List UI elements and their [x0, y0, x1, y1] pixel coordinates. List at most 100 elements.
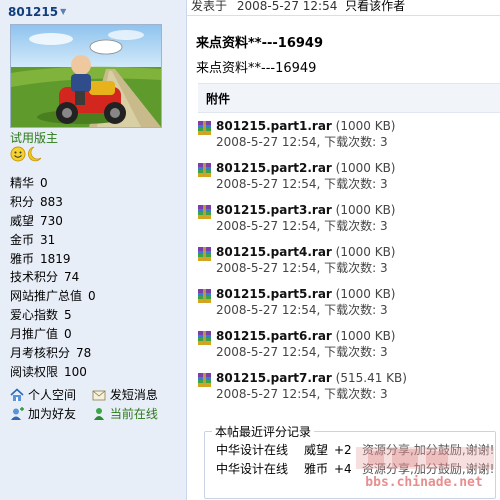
attachment-link[interactable]: 801215.part3.rar	[216, 203, 332, 217]
avatar-image	[11, 25, 161, 127]
attachment-name[interactable]: 801215.part7.rar	[216, 371, 332, 385]
rating-reason: 资源分享,加分鼓励,谢谢!	[362, 462, 495, 476]
rar-archive-icon	[198, 163, 211, 177]
medals	[10, 146, 44, 162]
send-message-link[interactable]: 发短消息	[92, 386, 158, 404]
stat-value: 0	[88, 289, 96, 304]
attachment-info: 2008-5-27 12:54, 下载次数: 3	[216, 303, 388, 317]
rating-type: 雅币	[304, 462, 329, 476]
home-icon	[10, 388, 24, 401]
attachment-link[interactable]: 801215.part7.rar	[216, 371, 332, 385]
author-sidebar: 801215 ▼ 试用版主 精华 0 积分 883 威望 730 金币 31 雅…	[0, 0, 187, 500]
rar-archive-icon	[198, 289, 211, 303]
attachment-name[interactable]: 801215.part4.rar	[216, 245, 332, 259]
post-body: 来点资料**---16949	[196, 61, 317, 76]
attachment-link[interactable]: 801215.part6.rar	[216, 329, 332, 343]
rating-points: +4	[334, 462, 352, 476]
stat-row: 网站推广总值 0	[10, 287, 96, 306]
user-rank: 试用版主	[10, 131, 59, 145]
rating-row: 中华设计在线 雅币 +4 资源分享,加分鼓励,谢谢!	[216, 460, 494, 477]
personal-space-label[interactable]: 个人空间	[28, 388, 76, 402]
stat-row: 阅读权限 100	[10, 363, 96, 382]
stat-row: 月推广值 0	[10, 325, 96, 344]
stat-value: 730	[40, 213, 63, 228]
attachment-name[interactable]: 801215.part1.rar	[216, 119, 332, 133]
rar-archive-icon	[198, 205, 211, 219]
attachment-info: 2008-5-27 12:54, 下载次数: 3	[216, 345, 388, 359]
stat-value: 0	[64, 327, 72, 342]
stat-label: 雅币	[10, 251, 35, 266]
author-name[interactable]: 801215 ▼	[8, 5, 66, 19]
rar-archive-icon	[198, 373, 211, 387]
online-status: 当前在线	[92, 405, 158, 423]
attachment-info: 2008-5-27 12:54, 下载次数: 3	[216, 219, 388, 233]
stat-row: 技术积分 74	[10, 268, 96, 287]
add-friend-label[interactable]: 加为好友	[28, 407, 76, 421]
stat-label: 金币	[10, 232, 35, 247]
rater-name[interactable]: 中华设计在线	[216, 460, 304, 477]
envelope-icon	[92, 390, 106, 401]
attachment-link[interactable]: 801215.part4.rar	[216, 245, 332, 259]
rating-records-title: 本帖最近评分记录	[212, 423, 315, 440]
stat-label: 爱心指数	[10, 308, 59, 323]
stat-label: 月推广值	[10, 327, 59, 342]
stat-label: 阅读权限	[10, 364, 59, 379]
stat-row: 月考核积分 78	[10, 344, 96, 363]
rating-reason: 资源分享,加分鼓励,谢谢!	[362, 443, 495, 457]
rar-archive-icon	[198, 121, 211, 135]
post-title: 来点资料**---16949	[196, 36, 324, 51]
add-friend-link[interactable]: 加为好友	[10, 405, 88, 423]
rating-row: 中华设计在线 威望 +2 资源分享,加分鼓励,谢谢!	[216, 441, 494, 458]
stat-label: 威望	[10, 213, 35, 228]
rater-name[interactable]: 中华设计在线	[216, 441, 304, 458]
attachment-info: 2008-5-27 12:54, 下载次数: 3	[216, 261, 388, 275]
stat-value: 5	[64, 308, 72, 323]
stat-row: 威望 730	[10, 212, 96, 231]
send-message-label[interactable]: 发短消息	[110, 388, 158, 402]
online-label: 当前在线	[109, 407, 158, 421]
online-person-icon	[93, 408, 104, 420]
attachment-link[interactable]: 801215.part5.rar	[216, 287, 332, 301]
stat-row: 金币 31	[10, 231, 96, 250]
stat-label: 网站推广总值	[10, 289, 83, 304]
stat-row: 精华 0	[10, 174, 96, 193]
view-author-only-link[interactable]: 只看该作者	[345, 0, 405, 13]
avatar	[10, 24, 162, 128]
attachment-link[interactable]: 801215.part2.rar	[216, 161, 332, 175]
stat-value: 0	[40, 176, 48, 190]
attachment-info: 2008-5-27 12:54, 下载次数: 3	[216, 135, 388, 149]
attachments-header-label: 附件	[206, 92, 231, 106]
rating-type: 威望	[304, 443, 329, 457]
chevron-down-icon[interactable]: ▼	[60, 7, 66, 16]
user-actions-row-2: 加为好友 当前在线	[10, 405, 180, 423]
stat-value: 31	[40, 232, 56, 247]
attachment-name[interactable]: 801215.part2.rar	[216, 161, 332, 175]
attachment-name[interactable]: 801215.part3.rar	[216, 203, 332, 217]
attachment-size: (1000 KB)	[335, 329, 396, 343]
attachment-size: (515.41 KB)	[335, 371, 407, 385]
attachment-info: 2008-5-27 12:54, 下载次数: 3	[216, 177, 388, 191]
stat-label: 精华	[10, 176, 35, 190]
author-name-text[interactable]: 801215	[8, 5, 58, 19]
attachment-size: (1000 KB)	[335, 245, 396, 259]
post-meta: 发表于 2008-5-27 12:54 只看该作者	[191, 0, 405, 14]
rar-archive-icon	[198, 247, 211, 261]
attachment-name[interactable]: 801215.part6.rar	[216, 329, 332, 343]
attachment-link[interactable]: 801215.part1.rar	[216, 119, 332, 133]
attachment-size: (1000 KB)	[335, 203, 396, 217]
attachment-name[interactable]: 801215.part5.rar	[216, 287, 332, 301]
stat-value: 883	[40, 194, 63, 209]
attachment-size: (1000 KB)	[335, 287, 396, 301]
stat-label: 积分	[10, 194, 35, 209]
stat-row: 雅币 1819	[10, 250, 96, 269]
stat-row: 爱心指数 5	[10, 306, 96, 325]
add-friend-icon	[11, 407, 24, 420]
stat-label: 技术积分	[10, 270, 59, 285]
attachments-header: 附件	[198, 83, 500, 113]
post-date: 2008-5-27 12:54	[236, 0, 338, 13]
personal-space-link[interactable]: 个人空间	[10, 386, 88, 404]
attachment-size: (1000 KB)	[335, 161, 396, 175]
posted-on-label: 发表于	[191, 0, 228, 13]
user-stats: 精华 0 积分 883 威望 730 金币 31 雅币 1819 技术积分 74 网站推广总…	[10, 174, 96, 382]
stat-value: 100	[64, 364, 87, 379]
